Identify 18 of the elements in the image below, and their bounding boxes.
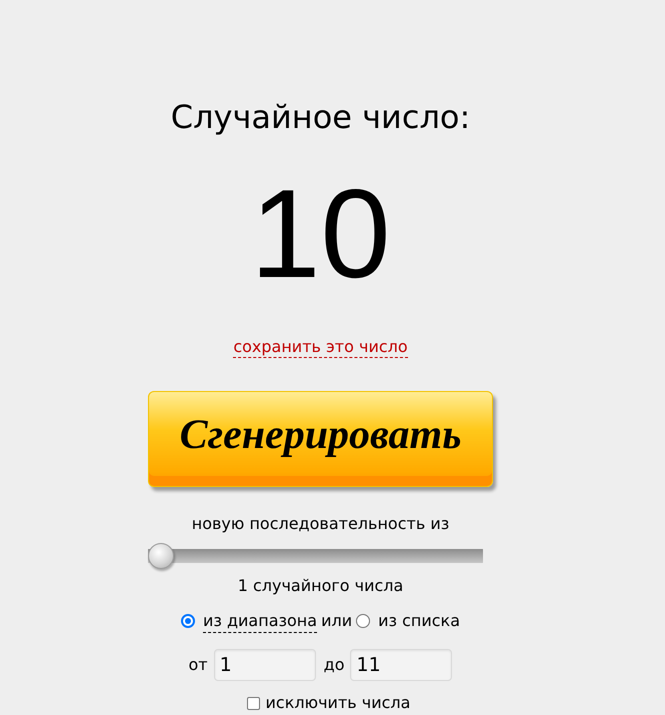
page-heading: Случайное число: xyxy=(170,97,470,137)
count-reading: 1 случайного числа xyxy=(238,575,404,597)
radio-button[interactable] xyxy=(356,614,370,628)
count-label: новую последовательность из xyxy=(192,513,450,535)
checkbox-label[interactable]: исключить числа xyxy=(266,693,410,713)
save-number-link[interactable]: сохранить это число xyxy=(233,337,408,358)
radio-label[interactable]: из диапазона xyxy=(202,610,318,632)
from-label: от xyxy=(188,654,208,676)
to-label: до xyxy=(324,654,344,676)
generate-button[interactable]: Сгенерировать xyxy=(148,391,493,487)
separator-text: или xyxy=(321,610,352,632)
random-number: 10 xyxy=(250,171,391,297)
radio-label[interactable]: из списка xyxy=(378,610,460,632)
radio-button[interactable] xyxy=(180,614,195,628)
range-from-field[interactable]: 1 xyxy=(214,649,316,681)
range-to-field[interactable]: 11 xyxy=(350,649,452,681)
slider-thumb[interactable] xyxy=(148,543,174,569)
checkbox[interactable] xyxy=(246,696,260,710)
